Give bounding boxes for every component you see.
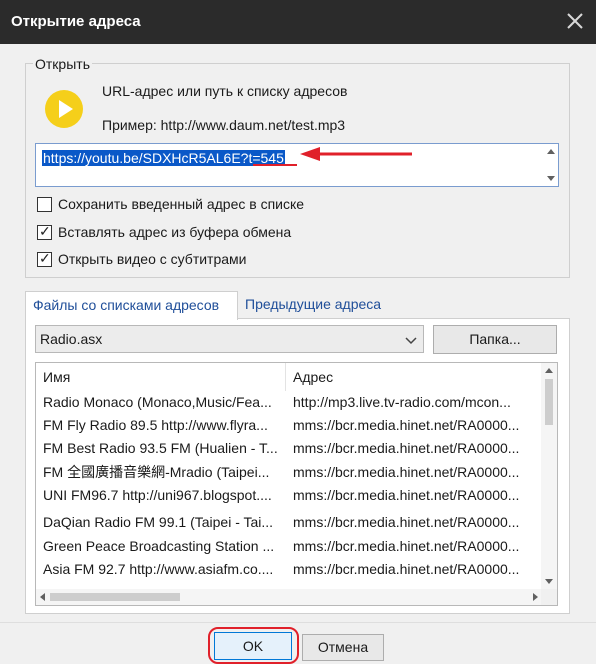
check-icon: ✓ <box>39 223 51 239</box>
list-item[interactable]: Asia FM 92.7 http://www.asiafm.co.... mm… <box>36 558 542 581</box>
tab-previous-addresses[interactable]: Предыдущие адреса <box>238 291 388 319</box>
list-horizontal-scrollbar[interactable] <box>36 589 542 605</box>
window-border-right <box>587 44 596 664</box>
open-description: URL-адрес или путь к списку адресов <box>102 83 348 99</box>
address-list[interactable]: Имя Адрес Radio Monaco (Monaco,Music/Fea… <box>35 362 558 606</box>
list-item[interactable]: Radio Monaco (Monaco,Music/Fea... http:/… <box>36 391 542 414</box>
save-address-checkbox[interactable]: Сохранить введенный адрес в списке <box>37 196 304 214</box>
title-bar: Открытие адреса <box>0 0 596 44</box>
scroll-down-icon[interactable] <box>545 579 553 584</box>
scrollbar-thumb[interactable] <box>545 379 553 425</box>
list-item[interactable]: UNI FM96.7 http://uni967.blogspot.... mm… <box>36 484 542 507</box>
scroll-right-icon[interactable] <box>533 593 538 601</box>
column-header-address[interactable]: Адрес <box>286 363 542 391</box>
list-item-address: http://mp3.live.tv-radio.com/mcon... <box>293 394 511 410</box>
list-item-address: mms://bcr.media.hinet.net/RA0000... <box>293 538 520 554</box>
list-item-address: mms://bcr.media.hinet.net/RA0000... <box>293 514 520 530</box>
column-header-name[interactable]: Имя <box>36 363 286 391</box>
url-input-scrollbar[interactable] <box>543 144 558 186</box>
list-item-address: mms://bcr.media.hinet.net/RA0000... <box>293 464 520 480</box>
chevron-down-icon[interactable] <box>405 335 417 345</box>
tab-bar: Файлы со списками адресов Предыдущие адр… <box>25 291 570 320</box>
folder-button[interactable]: Папка... <box>433 325 557 354</box>
list-item-name: Green Peace Broadcasting Station ... <box>43 538 275 554</box>
list-item-address: mms://bcr.media.hinet.net/RA0000... <box>293 561 520 577</box>
open-group-label: Открыть <box>33 56 92 72</box>
window-border-left <box>0 44 9 664</box>
checkbox-label: Открыть видео с субтитрами <box>58 251 247 267</box>
window-title: Открытие адреса <box>11 13 141 30</box>
play-icon <box>45 90 83 128</box>
cancel-button[interactable]: Отмена <box>302 634 384 661</box>
list-item-address: mms://bcr.media.hinet.net/RA0000... <box>293 487 520 503</box>
checkbox-box[interactable]: ✓ <box>37 250 52 267</box>
list-item-name: DaQian Radio FM 99.1 (Taipei - Tai... <box>43 514 274 530</box>
playlist-select-value: Radio.asx <box>40 331 103 347</box>
tab-playlist-files[interactable]: Файлы со списками адресов <box>25 291 238 320</box>
check-icon: ✓ <box>39 250 51 266</box>
list-item-name: Asia FM 92.7 http://www.asiafm.co.... <box>43 561 274 577</box>
list-item-name: FM Best Radio 93.5 FM (Hualien - T... <box>43 440 278 456</box>
checkbox-box[interactable] <box>37 197 52 212</box>
list-item-name: Radio Monaco (Monaco,Music/Fea... <box>43 394 272 410</box>
scroll-left-icon[interactable] <box>40 593 45 601</box>
paste-clipboard-checkbox[interactable]: ✓ Вставлять адрес из буфера обмена <box>37 223 297 242</box>
url-input[interactable]: https://youtu.be/SDXHcR5AL6E?t=545 <box>35 143 559 187</box>
list-vertical-scrollbar[interactable] <box>541 363 557 589</box>
list-item[interactable]: FM Fly Radio 89.5 http://www.flyra... mm… <box>36 414 542 437</box>
list-item[interactable]: DaQian Radio FM 99.1 (Taipei - Tai... mm… <box>36 511 542 534</box>
open-with-subtitles-checkbox[interactable]: ✓ Открыть видео с субтитрами <box>37 250 297 269</box>
close-icon[interactable] <box>564 10 586 32</box>
scrollbar-corner <box>541 589 557 605</box>
scroll-up-icon[interactable] <box>547 149 555 154</box>
list-item[interactable]: FM Best Radio 93.5 FM (Hualien - T... mm… <box>36 437 542 460</box>
url-input-value[interactable]: https://youtu.be/SDXHcR5AL6E?t=545 <box>42 150 285 166</box>
scrollbar-thumb[interactable] <box>50 593 180 601</box>
scroll-up-icon[interactable] <box>545 368 553 373</box>
annotation-circle <box>208 627 299 664</box>
list-item-name: FM 全國廣播音樂網-Mradio (Taipei... <box>43 464 270 480</box>
open-example: Пример: http://www.daum.net/test.mp3 <box>102 117 346 133</box>
list-item-address: mms://bcr.media.hinet.net/RA0000... <box>293 440 520 456</box>
list-item-address: mms://bcr.media.hinet.net/RA0000... <box>293 417 520 433</box>
annotation-underline <box>253 164 297 166</box>
playlist-select[interactable]: Radio.asx <box>35 325 424 353</box>
list-item[interactable]: Green Peace Broadcasting Station ... mms… <box>36 535 542 558</box>
checkbox-box[interactable]: ✓ <box>37 223 52 240</box>
list-item[interactable]: FM 全國廣播音樂網-Mradio (Taipei... mms://bcr.m… <box>36 461 542 484</box>
list-item-name: UNI FM96.7 http://uni967.blogspot.... <box>43 487 272 503</box>
list-item-name: FM Fly Radio 89.5 http://www.flyra... <box>43 417 268 433</box>
checkbox-label: Вставлять адрес из буфера обмена <box>58 224 292 240</box>
annotation-arrow-icon <box>300 147 412 161</box>
checkbox-label: Сохранить введенный адрес в списке <box>58 196 305 212</box>
scroll-down-icon[interactable] <box>547 176 555 181</box>
